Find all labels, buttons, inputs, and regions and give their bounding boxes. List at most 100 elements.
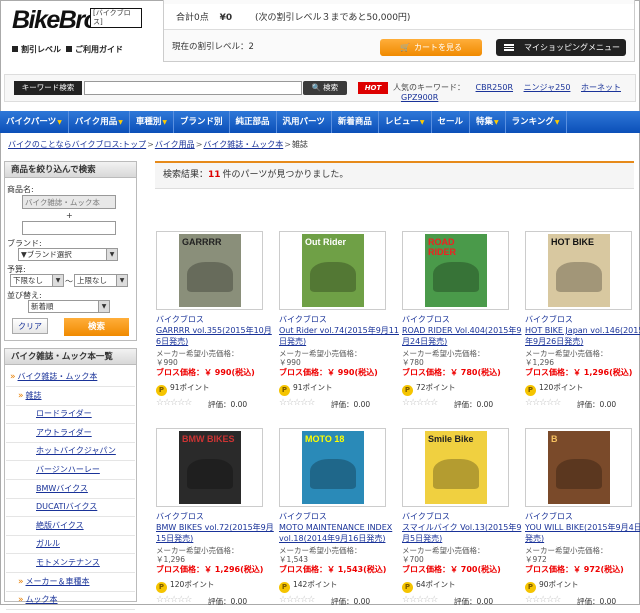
- chevron-right-icon: »: [10, 372, 16, 382]
- hot-badge: HOT: [358, 82, 388, 94]
- nav-item[interactable]: バイクパーツ▼: [0, 111, 69, 133]
- nav-item[interactable]: 車種別▼: [130, 111, 174, 133]
- points: P 64ポイント: [402, 579, 456, 593]
- product-image[interactable]: B: [525, 428, 632, 507]
- product-brand-link[interactable]: バイクブロス: [156, 511, 204, 522]
- product-brand-link[interactable]: バイクブロス: [525, 511, 573, 522]
- category-item[interactable]: ロードライダー: [6, 405, 135, 425]
- product-image[interactable]: Smile Bike: [402, 428, 509, 507]
- product-brand-link[interactable]: バイクブロス: [279, 511, 327, 522]
- budget-max-select[interactable]: 上限なし ▼: [74, 274, 128, 287]
- bros-price: ブロス価格：￥ 780(税込): [402, 368, 501, 377]
- breadcrumb-link[interactable]: バイク用品: [155, 140, 195, 149]
- square-bullet-icon: [12, 46, 18, 52]
- product-title-link[interactable]: HOT BIKE Japan vol.146(2015年9月26日発売): [525, 325, 640, 347]
- product-image[interactable]: HOT BIKE: [525, 231, 632, 310]
- chevron-down-icon: ▼: [98, 301, 109, 312]
- nav-item[interactable]: 純正部品: [230, 111, 277, 133]
- product-brand-link[interactable]: バイクブロス: [402, 511, 450, 522]
- product-title-link[interactable]: スマイルバイク Vol.13(2015年9月5日発売): [402, 522, 522, 544]
- product-title-link[interactable]: ROAD RIDER Vol.404(2015年9月24日発売): [402, 325, 522, 347]
- nav-item[interactable]: 特集▼: [470, 111, 506, 133]
- chevron-right-icon: »: [18, 576, 24, 587]
- category-item[interactable]: » バイク雑誌・ムック本: [6, 368, 135, 387]
- product-card: BMW BIKES バイクブロス BMW BIKES vol.72(2015年9月1…: [156, 428, 274, 613]
- popular-keyword-link[interactable]: ニンジャ250: [524, 83, 571, 92]
- nav-item[interactable]: ランキング▼: [506, 111, 567, 133]
- popular-keyword-link[interactable]: CBR250R: [476, 83, 513, 92]
- product-image[interactable]: Out Rider: [279, 231, 386, 310]
- search-button[interactable]: 🔍 検索: [303, 81, 347, 95]
- chevron-down-icon: ▼: [57, 119, 62, 126]
- product-image[interactable]: MOTO 18: [279, 428, 386, 507]
- breadcrumb-link[interactable]: バイク雑誌・ムック本: [203, 140, 283, 149]
- product-title-link[interactable]: MOTO MAINTENANCE INDEX vol.18(2014年9月16日…: [279, 522, 399, 544]
- clear-button[interactable]: クリア: [12, 318, 48, 334]
- sort-select[interactable]: 新着順 ▼: [28, 300, 110, 313]
- magazine-cover: MOTO 18: [302, 431, 364, 504]
- points: P 91ポイント: [156, 382, 210, 396]
- category-item[interactable]: » 雑誌: [6, 387, 135, 406]
- logo-tag: [バイクブロス]: [90, 8, 142, 28]
- category-item[interactable]: バージンハーレー: [6, 461, 135, 480]
- nav-item[interactable]: 汎用パーツ: [277, 111, 332, 133]
- product-name-field[interactable]: バイク雑誌・ムック本: [22, 195, 116, 209]
- product-image[interactable]: GARRRR: [156, 231, 263, 310]
- point-coin-icon: P: [402, 582, 413, 593]
- my-shopping-menu-button[interactable]: マイショッピングメニュー: [496, 39, 626, 56]
- rating-value: 評価：0.00: [208, 597, 248, 606]
- point-coin-icon: P: [156, 582, 167, 593]
- brand-select[interactable]: ▼ブランド選択 ▼: [18, 248, 118, 261]
- nav-item[interactable]: セール: [432, 111, 471, 133]
- category-item[interactable]: » ムック本: [6, 591, 135, 611]
- category-item[interactable]: 絶版バイクス: [6, 517, 135, 536]
- popular-keyword-link[interactable]: ホーネット: [581, 83, 621, 92]
- cart-price: ¥0: [219, 13, 233, 23]
- magazine-cover: ROAD RIDER: [425, 234, 487, 307]
- chevron-down-icon: ▼: [116, 275, 127, 286]
- category-item[interactable]: » メーカー＆車種本: [6, 573, 135, 592]
- product-name-extra-input[interactable]: [22, 221, 116, 235]
- nav-item[interactable]: バイク用品▼: [69, 111, 130, 133]
- bros-price: ブロス価格：￥ 990(税込): [156, 368, 255, 377]
- rating-value: 評価：0.00: [331, 597, 371, 606]
- category-item[interactable]: DUCATIバイクス: [6, 498, 135, 518]
- rating-value: 評価：0.00: [577, 597, 617, 606]
- nav-item[interactable]: ブランド別: [174, 111, 230, 133]
- category-item[interactable]: モトメンテナンス: [6, 554, 135, 573]
- product-brand-link[interactable]: バイクブロス: [156, 314, 204, 325]
- category-item[interactable]: ホットバイクジャパン: [6, 442, 135, 462]
- maker-price: メーカー希望小売価格： ￥990: [279, 349, 362, 367]
- result-count: 11: [208, 170, 221, 180]
- category-item[interactable]: BMWバイクス: [6, 480, 135, 499]
- cart-count: 合計0点: [176, 13, 209, 23]
- discount-level-link[interactable]: 割引レベル: [12, 44, 61, 55]
- product-title-link[interactable]: YOU WILL BIKE(2015年9月4日発売): [525, 522, 640, 544]
- points: P 72ポイント: [402, 382, 456, 396]
- maker-price: メーカー希望小売価格： ￥972: [525, 546, 608, 564]
- breadcrumb-link[interactable]: バイクのことならバイクブロス:トップ: [8, 140, 146, 149]
- maker-price: メーカー希望小売価格： ￥780: [402, 349, 485, 367]
- category-item[interactable]: アウトライダー: [6, 424, 135, 443]
- category-item[interactable]: ガルル: [6, 535, 135, 555]
- product-title-link[interactable]: BMW BIKES vol.72(2015年9月15日発売): [156, 522, 276, 544]
- points: P 91ポイント: [279, 382, 333, 396]
- product-title-link[interactable]: Out Rider vol.74(2015年9月11日発売): [279, 325, 399, 347]
- product-image[interactable]: ROAD RIDER: [402, 231, 509, 310]
- guide-link[interactable]: ご利用ガイド: [66, 44, 123, 55]
- magazine-cover: B: [548, 431, 610, 504]
- product-brand-link[interactable]: バイクブロス: [525, 314, 573, 325]
- product-brand-link[interactable]: バイクブロス: [402, 314, 450, 325]
- nav-item[interactable]: レビュー▼: [379, 111, 432, 133]
- rating-stars-icon: ☆☆☆☆☆: [525, 595, 561, 605]
- view-cart-button[interactable]: 🛒 カートを見る: [380, 39, 482, 56]
- site-logo[interactable]: BikeBros. [バイクブロス]: [12, 6, 142, 36]
- product-brand-link[interactable]: バイクブロス: [279, 314, 327, 325]
- product-image[interactable]: BMW BIKES: [156, 428, 263, 507]
- keyword-input[interactable]: [84, 81, 302, 95]
- nav-item[interactable]: 新着商品: [332, 111, 379, 133]
- budget-min-select[interactable]: 下限なし ▼: [10, 274, 64, 287]
- filter-search-button[interactable]: 検索: [64, 318, 129, 336]
- popular-keyword-link[interactable]: GPZ900R: [401, 93, 438, 102]
- product-title-link[interactable]: GARRRR vol.355(2015年10月6日発売): [156, 325, 276, 347]
